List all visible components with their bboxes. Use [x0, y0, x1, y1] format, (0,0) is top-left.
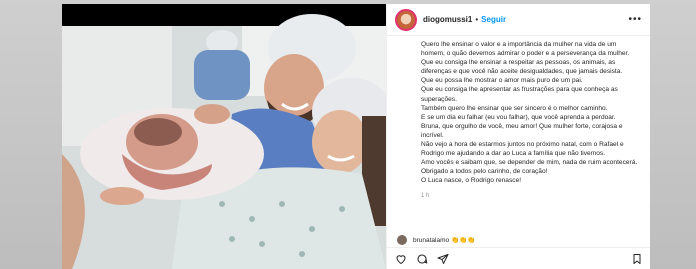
author-avatar[interactable]: [395, 8, 417, 31]
caption-line: Amo vocês e saibam que, se depender de m…: [421, 159, 638, 167]
send-icon[interactable]: [437, 253, 449, 265]
caption-line: Não vejo a hora de estarmos juntos no pr…: [421, 141, 624, 158]
caption-line: Que eu possa lhe mostrar o amor mais pur…: [421, 77, 583, 85]
more-options-icon[interactable]: •••: [628, 14, 642, 25]
caption-line: Que eu consiga lhe apresentar as frustra…: [421, 86, 618, 103]
commenter-avatar[interactable]: [397, 235, 407, 245]
author-username[interactable]: diogomussi1: [423, 15, 472, 24]
follow-button[interactable]: Seguir: [481, 15, 506, 24]
post-photo[interactable]: [62, 4, 386, 269]
comment-text: brunatalamo 👏👏👏: [413, 237, 476, 244]
post-caption: Quero lhe ensinar o valor e a importânci…: [387, 36, 650, 230]
heart-icon[interactable]: [395, 253, 407, 265]
post-photo-image: [62, 4, 386, 269]
caption-line: Bruna, que orgulho de você, meu amor! Qu…: [421, 122, 623, 139]
post-timestamp: 1 h: [421, 192, 430, 199]
caption-line: E se um dia eu falhar (eu vou falhar), q…: [421, 113, 616, 121]
comment-preview: brunatalamo 👏👏👏: [397, 235, 475, 245]
caption-line: Obrigado a todos pelo carinho, de coraçã…: [421, 168, 548, 176]
post-sidebar: diogomussi1 • Seguir ••• Quero lhe ensin…: [386, 4, 650, 269]
post-modal: diogomussi1 • Seguir ••• Quero lhe ensin…: [62, 4, 650, 269]
post-header: diogomussi1 • Seguir •••: [387, 4, 650, 36]
header-separator: •: [475, 15, 479, 24]
caption-line: Também quero lhe ensinar que ser sincero…: [421, 104, 608, 112]
post-actions: [387, 247, 650, 269]
caption-line: Quero lhe ensinar o valor e a importânci…: [421, 41, 630, 58]
comment-icon[interactable]: [416, 253, 428, 265]
caption-line: Que eu consiga lhe ensinar a respeitar a…: [421, 59, 623, 76]
bookmark-icon[interactable]: [631, 253, 643, 265]
caption-line: O Luca nasce, o Rodrigo renasce!: [421, 177, 522, 185]
